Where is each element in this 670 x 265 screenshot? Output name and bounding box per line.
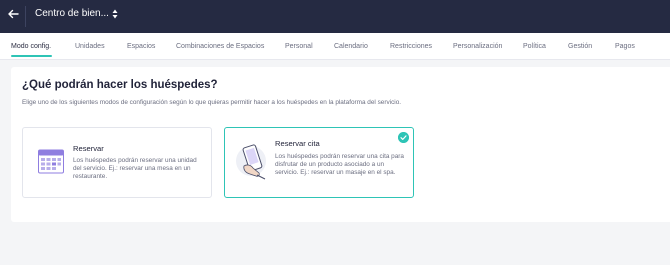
tab-personalizacion[interactable]: Personalización	[453, 43, 502, 50]
check-icon	[398, 132, 409, 143]
tab-combinaciones-de-espacios[interactable]: Combinaciones de Espacios	[176, 43, 264, 50]
establishment-title[interactable]: Centro de bien...	[35, 8, 109, 19]
tab-restricciones[interactable]: Restricciones	[390, 43, 432, 50]
config-mode-panel: ¿Qué podrán hacer los huéspedes? Elige u…	[11, 67, 670, 222]
tab-pagos[interactable]: Pagos	[615, 43, 635, 50]
option-title: Reservar cita	[275, 139, 320, 148]
page-description: Elige uno de los siguientes modos de con…	[22, 99, 402, 106]
tab-personal[interactable]: Personal	[285, 43, 313, 50]
top-bar-divider	[25, 6, 26, 27]
phone-in-hand-icon	[236, 144, 266, 180]
tab-calendario[interactable]: Calendario	[334, 43, 368, 50]
calendar-icon	[38, 149, 64, 174]
page-title: ¿Qué podrán hacer los huéspedes?	[22, 79, 218, 91]
active-tab-indicator	[11, 55, 52, 57]
option-title: Reservar	[73, 144, 104, 153]
option-description: Los huéspedes podrán reservar una unidad…	[73, 157, 197, 181]
tab-bar: Modo config. Unidades Espacios Combinaci…	[0, 33, 670, 60]
option-card-reservar[interactable]: Reservar Los huéspedes podrán reservar u…	[22, 127, 212, 198]
sort-arrows-icon[interactable]	[112, 9, 118, 19]
option-card-reservar-cita[interactable]: Reservar cita Los huéspedes podrán reser…	[224, 127, 414, 198]
tab-espacios[interactable]: Espacios	[127, 43, 155, 50]
arrow-left-icon[interactable]	[6, 7, 20, 21]
tab-modo-config[interactable]: Modo config.	[11, 43, 51, 50]
tab-unidades[interactable]: Unidades	[75, 43, 105, 50]
tab-politica[interactable]: Política	[523, 43, 546, 50]
option-description: Los huéspedes podrán reservar una cita p…	[275, 153, 404, 177]
top-bar: Centro de bien...	[0, 0, 670, 33]
tab-gestion[interactable]: Gestión	[568, 43, 592, 50]
